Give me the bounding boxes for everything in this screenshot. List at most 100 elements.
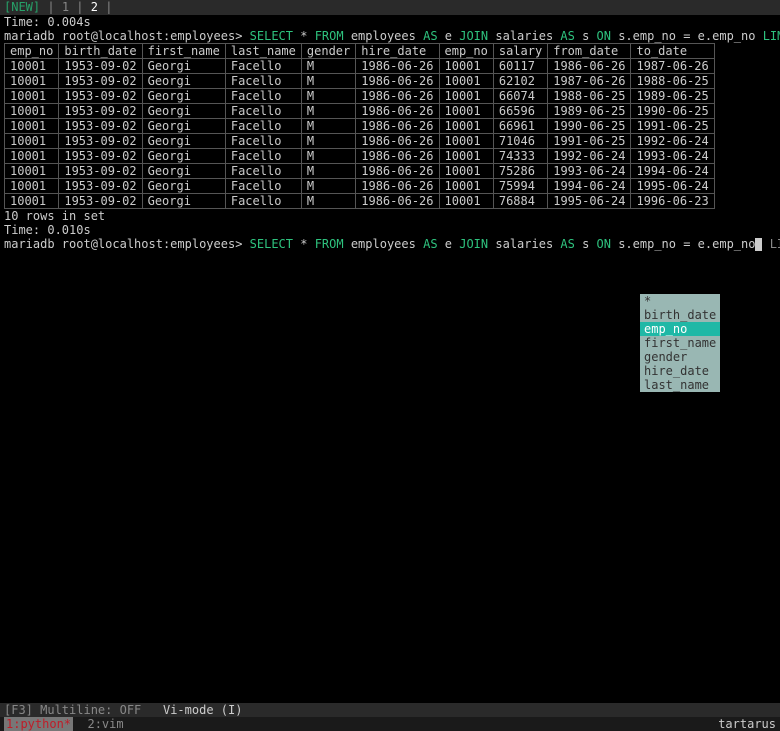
table-cell: 66596 (493, 104, 547, 119)
table-cell: 1953-09-02 (59, 149, 142, 164)
table-cell: 10001 (5, 89, 59, 104)
tmux-statusbar: 1:python* 2:vim tartarus (0, 717, 780, 731)
kw-join: JOIN (459, 29, 488, 43)
table-cell: 1995-06-24 (548, 194, 631, 209)
table-cell: Facello (225, 119, 301, 134)
table-cell: 10001 (5, 179, 59, 194)
table-cell: 74333 (493, 149, 547, 164)
kw-select: SELECT (250, 29, 293, 43)
rows-in-set: 10 rows in set (0, 209, 780, 223)
table-cell: 1986-06-26 (356, 59, 439, 74)
table-cell: Facello (225, 104, 301, 119)
table-cell: Georgi (142, 149, 225, 164)
table-cell: M (301, 89, 355, 104)
kw-on: ON (597, 237, 611, 251)
table-row: 100011953-09-02GeorgiFacelloM1986-06-261… (5, 179, 715, 194)
tmux-tabbar: [NEW] | 1 | 2 | (0, 0, 780, 15)
table-cell: 1987-06-26 (548, 74, 631, 89)
table-cell: Georgi (142, 164, 225, 179)
table-cell: 1993-06-24 (548, 164, 631, 179)
table-cell: 10001 (5, 104, 59, 119)
tab-2-active[interactable]: 2 (91, 0, 98, 14)
table-cell: 1986-06-26 (356, 179, 439, 194)
multiline-toggle[interactable]: [F3] Multiline: OFF (4, 703, 141, 717)
column-header: birth_date (59, 44, 142, 59)
table-cell: Georgi (142, 89, 225, 104)
table-cell: 1953-09-02 (59, 179, 142, 194)
column-header: to_date (631, 44, 714, 59)
table-cell: 10001 (439, 59, 493, 74)
kw-from: FROM (315, 237, 344, 251)
table-cell: 71046 (493, 134, 547, 149)
column-header: emp_no (5, 44, 59, 59)
table-cell: 10001 (5, 59, 59, 74)
table-cell: 10001 (5, 134, 59, 149)
autocomplete-item[interactable]: emp_no (640, 322, 720, 336)
table-cell: 1989-06-25 (548, 104, 631, 119)
table-cell: M (301, 59, 355, 74)
table-cell: 10001 (439, 104, 493, 119)
table-cell: M (301, 149, 355, 164)
table-cell: Facello (225, 89, 301, 104)
table-cell: Georgi (142, 179, 225, 194)
table-cell: 66074 (493, 89, 547, 104)
table-row: 100011953-09-02GeorgiFacelloM1986-06-261… (5, 134, 715, 149)
table-cell: 1953-09-02 (59, 194, 142, 209)
table-cell: Georgi (142, 119, 225, 134)
table-cell: 10001 (439, 74, 493, 89)
table-cell: 1953-09-02 (59, 104, 142, 119)
table-cell: 1993-06-24 (631, 149, 714, 164)
table-cell: 10001 (5, 149, 59, 164)
prompt-line-2[interactable]: mariadb root@localhost:employees> SELECT… (0, 237, 780, 251)
table-cell: 10001 (439, 89, 493, 104)
autocomplete-item[interactable]: * (640, 294, 720, 308)
table-row: 100011953-09-02GeorgiFacelloM1986-06-261… (5, 119, 715, 134)
table-cell: Facello (225, 59, 301, 74)
table-cell: M (301, 179, 355, 194)
autocomplete-item[interactable]: gender (640, 350, 720, 364)
table-row: 100011953-09-02GeorgiFacelloM1986-06-261… (5, 59, 715, 74)
vi-mode-indicator: Vi-mode (I) (163, 703, 242, 717)
table-cell: 10001 (439, 149, 493, 164)
table-cell: 1990-06-25 (548, 119, 631, 134)
status-window-2[interactable]: 2:vim (87, 717, 123, 731)
table-cell: 1986-06-26 (356, 149, 439, 164)
table-cell: 1953-09-02 (59, 59, 142, 74)
table-cell: Facello (225, 149, 301, 164)
autocomplete-item[interactable]: hire_date (640, 364, 720, 378)
autocomplete-item[interactable]: last_name (640, 378, 720, 392)
table-cell: 1986-06-26 (356, 164, 439, 179)
table-row: 100011953-09-02GeorgiFacelloM1986-06-261… (5, 149, 715, 164)
table-cell: Georgi (142, 74, 225, 89)
table-cell: 1992-06-24 (631, 134, 714, 149)
table-cell: M (301, 164, 355, 179)
kw-as: AS (423, 237, 437, 251)
autocomplete-item[interactable]: first_name (640, 336, 720, 350)
tab-new[interactable]: [NEW] (4, 0, 40, 14)
table-cell: 10001 (439, 134, 493, 149)
table-cell: 1986-06-26 (548, 59, 631, 74)
autocomplete-popup[interactable]: *birth_dateemp_nofirst_namegenderhire_da… (640, 294, 720, 392)
table-cell: 10001 (5, 74, 59, 89)
table-cell: 1995-06-24 (631, 179, 714, 194)
table-cell: 76884 (493, 194, 547, 209)
kw-select: SELECT (250, 237, 293, 251)
autocomplete-item[interactable]: birth_date (640, 308, 720, 322)
kw-as: AS (423, 29, 437, 43)
table-cell: 75994 (493, 179, 547, 194)
kw-join: JOIN (459, 237, 488, 251)
status-window-1[interactable]: 1:python* (4, 717, 73, 731)
column-header: first_name (142, 44, 225, 59)
cli-toolbar: [F3] Multiline: OFF Vi-mode (I) (0, 703, 780, 717)
table-cell: 1988-06-25 (548, 89, 631, 104)
table-cell: 1986-06-26 (356, 134, 439, 149)
table-row: 100011953-09-02GeorgiFacelloM1986-06-261… (5, 104, 715, 119)
history-suffix-hint: LIMIT 10 (762, 237, 780, 251)
table-cell: M (301, 74, 355, 89)
table-cell: 10001 (5, 119, 59, 134)
table-cell: 10001 (5, 164, 59, 179)
table-cell: Facello (225, 164, 301, 179)
kw-on: ON (597, 29, 611, 43)
tab-1[interactable]: 1 (62, 0, 69, 14)
column-header: last_name (225, 44, 301, 59)
